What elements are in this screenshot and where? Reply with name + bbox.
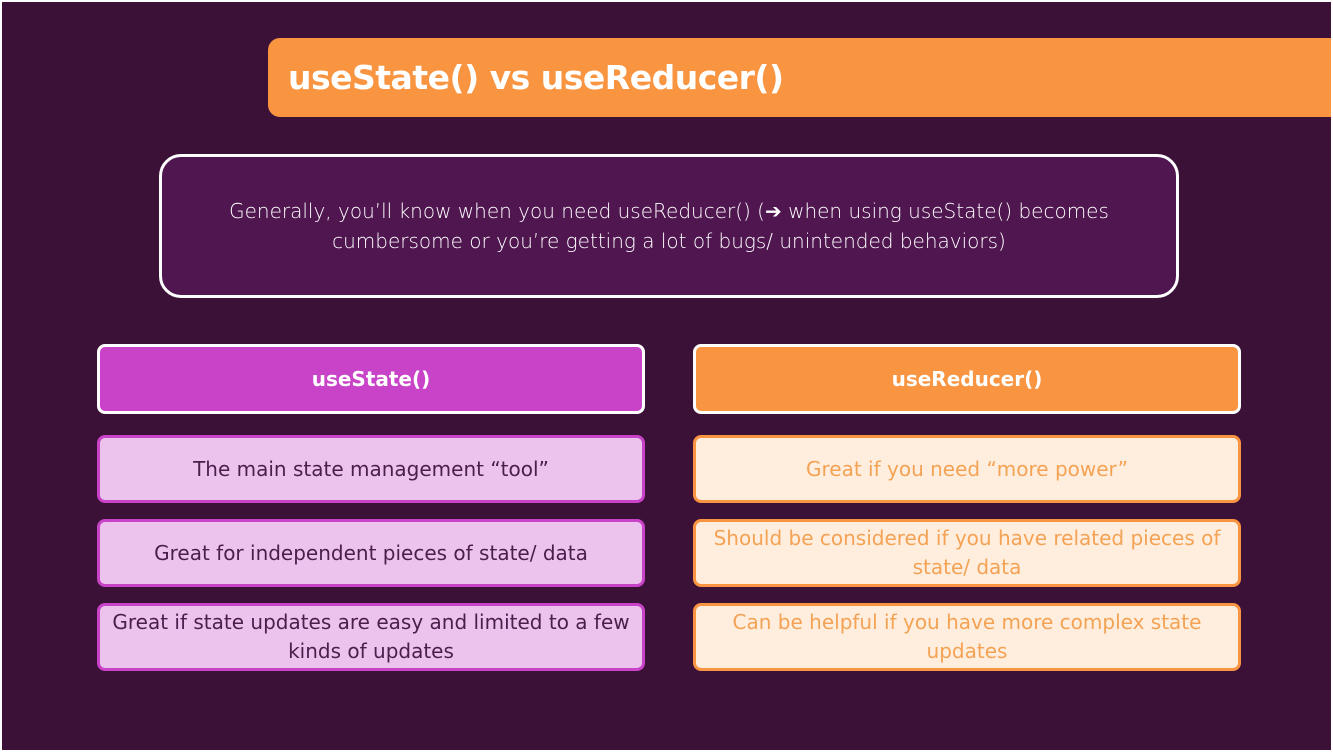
intro-box: Generally, you’ll know when you need use… — [159, 154, 1179, 298]
title-bar: useState() vs useReducer() — [268, 38, 1331, 117]
usestate-header: useState() — [97, 344, 645, 414]
usereducer-item: Great if you need “more power” — [693, 435, 1241, 503]
intro-text: Generally, you’ll know when you need use… — [229, 199, 1109, 253]
usereducer-item: Should be considered if you have related… — [693, 519, 1241, 587]
usestate-item: Great if state updates are easy and limi… — [97, 603, 645, 671]
usereducer-item: Can be helpful if you have more complex … — [693, 603, 1241, 671]
slide-title: useState() vs useReducer() — [288, 58, 784, 97]
usestate-item: Great for independent pieces of state/ d… — [97, 519, 645, 587]
slide: useState() vs useReducer() Generally, yo… — [2, 2, 1331, 750]
usestate-item: The main state management “tool” — [97, 435, 645, 503]
usereducer-header: useReducer() — [693, 344, 1241, 414]
